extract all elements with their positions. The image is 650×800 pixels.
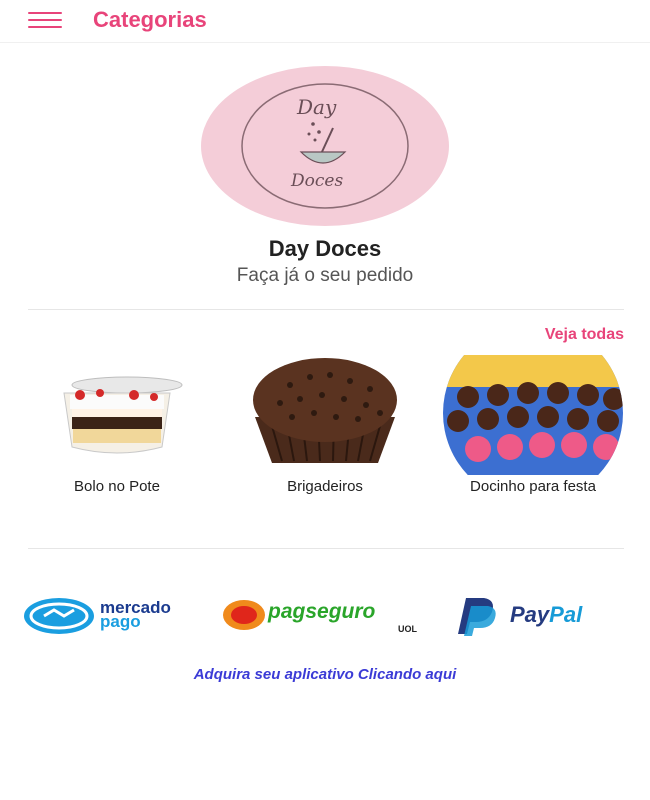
paypal-text-pay: Pay [510, 602, 550, 627]
category-docinho-para-festa[interactable]: Docinho para festa [438, 355, 628, 496]
top-app-bar: Categorias [0, 0, 650, 43]
store-subtitle: Faça já o seu pedido [236, 265, 414, 286]
pagseguro-logo: pagseguro UOL [222, 592, 432, 640]
category-bolo-no-pote[interactable]: Bolo no Pote [22, 355, 212, 496]
cake-in-jar-image [22, 355, 212, 475]
download-app-link[interactable]: Adquira seu aplicativo Clicando aqui [0, 666, 650, 683]
paypal-text-pal: Pal [549, 602, 583, 627]
category-brigadeiros[interactable]: Brigadeiros [230, 355, 420, 496]
logo-text-bottom: Doces [290, 171, 343, 191]
paypal-icon [458, 598, 496, 636]
pagseguro-text: pagseguro [268, 600, 376, 623]
pagseguro-icon [223, 600, 265, 630]
see-all-link[interactable]: Veja todas [545, 326, 624, 344]
brigadeiro-image [230, 355, 420, 475]
mercadopago-text-2: pago [100, 612, 141, 631]
paypal-logo: PayPal [448, 592, 618, 640]
handshake-icon [24, 598, 94, 634]
category-label: Bolo no Pote [74, 478, 160, 495]
divider [28, 309, 624, 310]
divider [28, 548, 624, 549]
party-sweets-image [438, 355, 628, 475]
category-label: Brigadeiros [287, 478, 363, 495]
page-title: Categorias [93, 7, 207, 32]
category-label: Docinho para festa [470, 478, 596, 495]
logo-whisk-icon: Day Doces [241, 83, 409, 209]
store-name: Day Doces [268, 236, 382, 261]
mercadopago-logo: mercado pago [22, 592, 212, 640]
logo-text-top: Day [296, 95, 337, 119]
pagseguro-uol-text: UOL [398, 624, 417, 634]
store-logo: Day Doces [201, 66, 449, 226]
hamburger-menu-icon[interactable] [28, 12, 62, 30]
payment-methods: mercado pago pagseguro UOL PayPal [0, 592, 650, 642]
